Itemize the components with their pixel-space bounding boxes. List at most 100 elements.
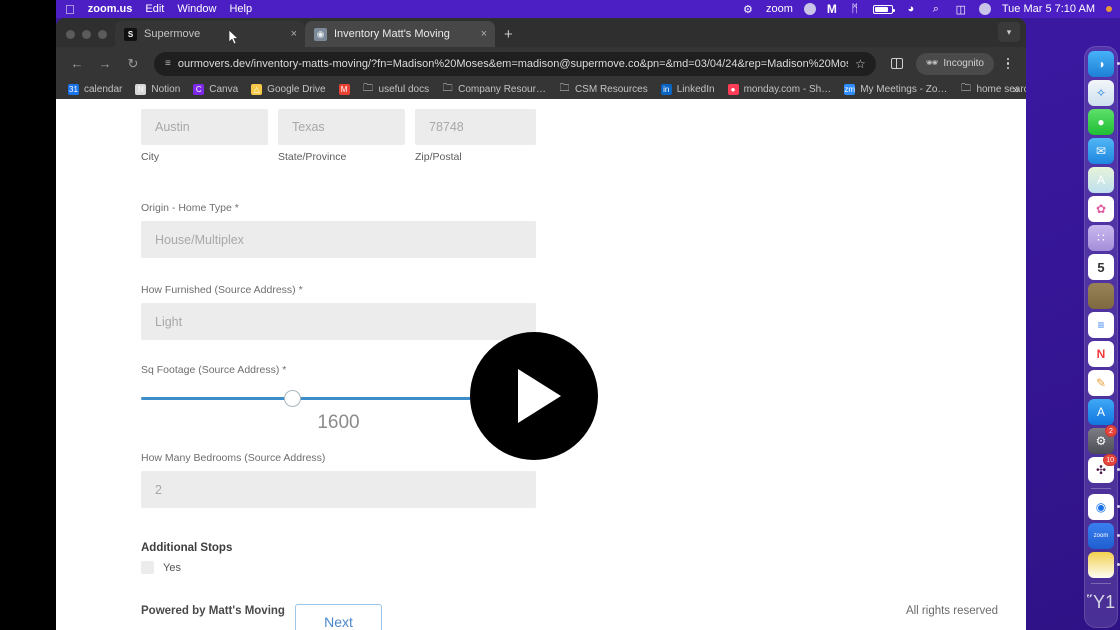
home-type-field[interactable]: House/Multiplex [141, 221, 536, 258]
menu-item-app[interactable]: zoom.us [88, 3, 133, 15]
bookmark-item[interactable]: 🗀 useful docs [357, 82, 436, 97]
tab-supermove[interactable]: S Supermove × [115, 21, 305, 47]
bookmark-item[interactable]: zm My Meetings - Zo… [838, 82, 953, 97]
tab-inventory-matts-moving[interactable]: ◉ Inventory Matt's Moving × [305, 21, 495, 47]
chrome-menu-icon[interactable] [998, 57, 1018, 70]
bookmark-item[interactable]: C Canva [187, 82, 244, 97]
site-settings-icon[interactable]: ≡ [165, 58, 171, 69]
zoom-icon: zm [844, 84, 856, 95]
footer-rights: All rights reserved [905, 605, 998, 617]
play-button[interactable] [470, 332, 598, 460]
tab-title: Supermove [144, 28, 201, 40]
city-field[interactable]: Austin [141, 109, 268, 145]
menu-item-window[interactable]: Window [177, 3, 216, 15]
how-furnished-field[interactable]: Light [141, 303, 536, 340]
bookmark-item[interactable]: 🗀 Company Resour… [436, 82, 552, 97]
bookmark-item[interactable]: 31 calendar [62, 82, 128, 97]
battery-icon[interactable] [872, 4, 895, 14]
dock-item-contacts[interactable] [1088, 283, 1114, 309]
slack-icon: ✣ [1095, 463, 1107, 477]
dock-separator [1091, 488, 1111, 489]
maximize-window-button[interactable] [98, 30, 107, 39]
bookmark-label: calendar [84, 84, 123, 95]
bookmark-label: Company Resour… [458, 84, 546, 95]
additional-stops-checkbox[interactable] [141, 561, 154, 574]
malwarebytes-icon[interactable]: M [827, 2, 837, 16]
dock-item-app-store[interactable]: A [1088, 399, 1114, 425]
window-controls[interactable] [64, 30, 115, 47]
bedrooms-field[interactable]: 2 [141, 471, 536, 508]
slider-thumb[interactable] [284, 390, 302, 407]
notification-badge: 10 [1103, 454, 1117, 466]
menu-item-help[interactable]: Help [229, 3, 252, 15]
trash-icon: Ὕ1 [1086, 591, 1116, 612]
slider-track[interactable] [141, 397, 501, 400]
side-panel-icon[interactable] [884, 52, 910, 76]
close-icon[interactable]: × [291, 28, 297, 40]
forward-button[interactable]: → [92, 51, 118, 77]
footer-powered-by: Powered by Matt's Moving [141, 605, 285, 617]
bluetooth-icon[interactable]: ᛗ [848, 2, 862, 16]
dock-item-news[interactable]: N [1088, 341, 1114, 367]
dock-item-reminders[interactable]: ≡ [1088, 312, 1114, 338]
state-field[interactable]: Texas [278, 109, 405, 145]
search-icon[interactable]: ⌕ [929, 2, 943, 16]
bookmark-item[interactable]: △ Google Drive [245, 82, 331, 97]
folder-icon: 🗀 [442, 83, 453, 94]
siri-icon[interactable] [978, 3, 991, 15]
page-content: Austin City Texas State/Province 78748 Z… [56, 99, 1026, 630]
address-bar[interactable]: ≡ ourmovers.dev/inventory-matts-moving/?… [154, 51, 876, 76]
finder-icon: ◑ [1097, 57, 1105, 71]
supermove-favicon: S [124, 27, 137, 41]
dock-item-calendar[interactable]: 5 [1088, 254, 1114, 280]
macos-dock: ◑ ✧ ● ✉ A ✿ ∷ 5 ≡ N ✎ A ⚙ 2 ✣ 10 ◉ zoom Ὕ1 [1084, 46, 1120, 628]
dock-item-launchpad[interactable]: ∷ [1088, 225, 1114, 251]
minimize-window-button[interactable] [82, 30, 91, 39]
new-tab-button[interactable]: + [495, 27, 522, 47]
reload-button[interactable]: ↻ [120, 51, 146, 77]
bookmark-item[interactable]: 🗀 CSM Resources [553, 82, 654, 97]
dock-item-finder[interactable]: ◑ [1088, 51, 1120, 77]
dock-item-zoom[interactable]: zoom [1088, 523, 1120, 549]
additional-stops-option[interactable]: Yes [141, 561, 536, 574]
close-window-button[interactable] [66, 30, 75, 39]
dock-item-photos[interactable]: ✿ [1088, 196, 1114, 222]
chevron-down-icon[interactable]: ▾ [998, 22, 1020, 42]
bookmark-label: My Meetings - Zo… [860, 84, 948, 95]
photos-icon: ✿ [1095, 202, 1107, 216]
gear-icon[interactable]: ⚙ [741, 2, 755, 16]
menu-item-edit[interactable]: Edit [145, 3, 164, 15]
dock-item-freeform[interactable]: ✎ [1088, 370, 1114, 396]
dock-item-system-settings[interactable]: ⚙ 2 [1088, 425, 1117, 454]
dock-item-slack[interactable]: ✣ 10 [1088, 454, 1120, 483]
dock-item-messages[interactable]: ● [1088, 109, 1114, 135]
bookmark-item[interactable]: M [333, 82, 356, 97]
menu-bar-clock[interactable]: Tue Mar 5 7:10 AM [1002, 3, 1095, 15]
apple-menu-icon[interactable]:  [65, 3, 75, 16]
dock-item-notes[interactable] [1088, 552, 1120, 578]
dock-item-maps[interactable]: A [1088, 167, 1114, 193]
bookmark-item[interactable]: ● monday.com - Sh… [722, 82, 838, 97]
freeform-icon: ✎ [1095, 376, 1107, 390]
dock-item-safari[interactable]: ✧ [1088, 80, 1114, 106]
control-center-icon[interactable]: ◫ [954, 2, 968, 16]
reminders-icon: ≡ [1097, 318, 1105, 332]
drive-icon: △ [251, 84, 263, 95]
additional-stops-label: Yes [163, 561, 181, 574]
zoom-menu-icon[interactable]: zoom [766, 3, 793, 15]
city-label: City [141, 151, 160, 163]
dock-item-trash[interactable]: Ὕ1 [1086, 589, 1116, 615]
bookmark-label: monday.com - Sh… [743, 84, 832, 95]
back-button[interactable]: ← [64, 51, 90, 77]
bookmarks-overflow-button[interactable]: » [1013, 84, 1019, 96]
bookmark-star-icon[interactable]: ☆ [855, 57, 866, 71]
dock-item-mail[interactable]: ✉ [1088, 138, 1114, 164]
close-icon[interactable]: × [481, 28, 487, 40]
dock-item-chrome[interactable]: ◉ [1088, 494, 1120, 520]
bookmark-item[interactable]: in LinkedIn [655, 82, 721, 97]
bookmark-item[interactable]: N Notion [129, 82, 186, 97]
shield-icon[interactable] [803, 3, 816, 15]
incognito-indicator[interactable]: 🕶 Incognito [915, 52, 994, 75]
wifi-icon[interactable]: ◕ [904, 2, 918, 16]
zip-field[interactable]: 78748 [415, 109, 536, 145]
